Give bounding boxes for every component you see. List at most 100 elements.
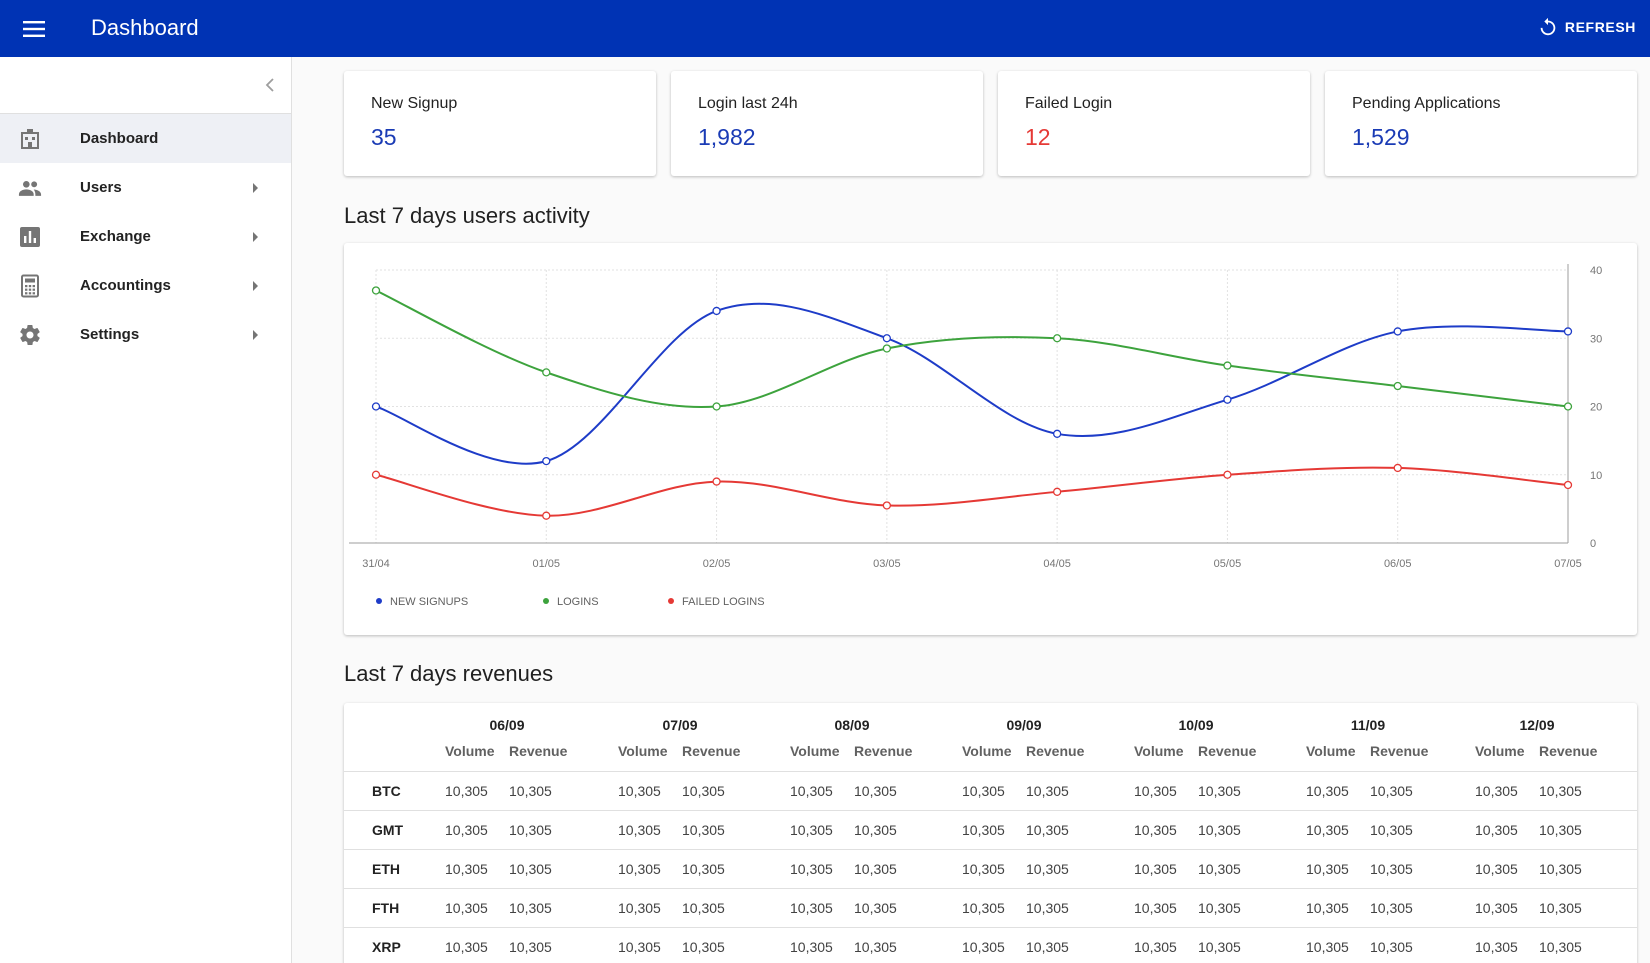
table-row: GMT 10,305 10,305 10,305 10,305 10,305 10,305 1… — [344, 811, 1637, 850]
revenue-cell: 10,305 — [1198, 900, 1241, 916]
revenue-cell: 10,305 — [1026, 861, 1069, 877]
volume-cell: 10,305 — [790, 900, 833, 916]
legend-marker-new-signups — [376, 598, 382, 604]
revenues-table: 06/09 Volume Revenue 07/09 Volume Revenue 08/0… — [344, 703, 1637, 963]
stat-label: Pending Applications — [1352, 95, 1501, 112]
y-tick-label: 10 — [1590, 470, 1602, 482]
volume-cell: 10,305 — [790, 783, 833, 799]
sidebar-item-label: Users — [80, 179, 122, 196]
x-tick-label: 07/05 — [1554, 558, 1582, 570]
revenue-cell: 10,305 — [1370, 900, 1413, 916]
dashboard-icon — [18, 127, 42, 151]
activity-section-title: Last 7 days users activity — [344, 203, 590, 228]
revenue-cell: 10,305 — [854, 939, 897, 955]
collapse-sidebar-button[interactable] — [258, 73, 282, 97]
data-point-logins — [542, 368, 551, 377]
calculator-icon — [18, 274, 42, 298]
volume-subheader: Volume — [445, 743, 495, 759]
series-line-new-signups — [375, 302, 1569, 465]
sidebar-item-exchange[interactable]: Exchange — [0, 212, 291, 261]
column-date-header: 12/09 — [1519, 717, 1555, 733]
volume-cell: 10,305 — [445, 783, 488, 799]
revenue-cell: 10,305 — [1370, 822, 1413, 838]
volume-cell: 10,305 — [1134, 900, 1177, 916]
sidebar-item-accountings[interactable]: Accountings — [0, 261, 291, 310]
sidebar-item-label: Settings — [80, 326, 140, 343]
data-point-failed-logins — [371, 470, 381, 479]
volume-subheader: Volume — [1475, 743, 1525, 759]
volume-cell: 10,305 — [1134, 822, 1177, 838]
volume-cell: 10,305 — [1134, 861, 1177, 877]
refresh-label: REFRESH — [1564, 19, 1636, 35]
column-date-header: 08/09 — [834, 717, 870, 733]
revenue-subheader: Revenue — [1198, 743, 1257, 759]
y-tick-label: 20 — [1590, 402, 1602, 414]
column-date-header: 09/09 — [1006, 717, 1042, 733]
revenue-cell: 10,305 — [1370, 861, 1413, 877]
volume-cell: 10,305 — [962, 939, 1005, 955]
data-point-new-signups — [1223, 395, 1232, 404]
volume-cell: 10,305 — [618, 783, 661, 799]
coin-label: BTC — [372, 783, 401, 799]
revenues-section-title: Last 7 days revenues — [344, 661, 554, 686]
sidebar-item-users[interactable]: Users — [0, 163, 291, 212]
revenue-cell: 10,305 — [1539, 861, 1582, 877]
sidebar-item-settings[interactable]: Settings — [0, 310, 291, 359]
refresh-button[interactable]: REFRESH — [1537, 16, 1636, 38]
app-title: Dashboard — [91, 15, 199, 40]
volume-cell: 10,305 — [618, 939, 661, 955]
volume-cell: 10,305 — [1306, 861, 1349, 877]
column-date-header: 06/09 — [489, 717, 525, 733]
revenue-cell: 10,305 — [509, 861, 552, 877]
revenue-cell: 10,305 — [1026, 783, 1069, 799]
data-point-failed-logins — [1563, 480, 1573, 490]
revenue-cell: 10,305 — [1198, 939, 1241, 955]
volume-cell: 10,305 — [1306, 939, 1349, 955]
stat-label: Failed Login — [1025, 95, 1113, 112]
app-bar: Dashboard REFRESH — [0, 0, 1650, 57]
x-tick-label: 01/05 — [533, 558, 561, 570]
volume-cell: 10,305 — [1475, 939, 1518, 955]
revenue-subheader: Revenue — [1370, 743, 1429, 759]
sidebar-item-label: Dashboard — [80, 130, 159, 147]
legend-label-new-signups: NEW SIGNUPS — [390, 596, 468, 608]
expand-arrow-icon — [253, 183, 258, 193]
revenue-cell: 10,305 — [854, 861, 897, 877]
sidebar: Dashboard Users Exchange Accountings Set… — [0, 57, 292, 963]
data-point-failed-logins — [1393, 463, 1402, 473]
revenue-cell: 10,305 — [1539, 900, 1582, 916]
revenue-cell: 10,305 — [682, 783, 725, 799]
volume-subheader: Volume — [1134, 743, 1184, 759]
coin-label: FTH — [372, 900, 400, 916]
stat-card-failed-login: Failed Login 12 — [998, 71, 1310, 176]
stat-value: 1,982 — [698, 124, 756, 150]
activity-line-chart: 0 10 20 30 40 31/04 01/05 02/05 03/05 04/05 05/05 0… — [349, 264, 1602, 608]
sidebar-item-label: Accountings — [80, 277, 171, 294]
volume-subheader: Volume — [790, 743, 840, 759]
stat-value: 1,529 — [1352, 124, 1410, 150]
menu-button[interactable] — [16, 13, 52, 45]
volume-cell: 10,305 — [1134, 939, 1177, 955]
table-row: ETH 10,305 10,305 10,305 10,305 10,305 10,305 1… — [344, 850, 1637, 889]
legend-marker-logins — [543, 598, 549, 604]
x-tick-label: 06/05 — [1384, 558, 1412, 570]
volume-cell: 10,305 — [790, 861, 833, 877]
expand-arrow-icon — [253, 330, 258, 340]
stat-label: Login last 24h — [698, 95, 798, 112]
data-point-failed-logins — [542, 511, 551, 520]
x-tick-label: 02/05 — [703, 558, 731, 570]
revenue-cell: 10,305 — [682, 900, 725, 916]
expand-arrow-icon — [253, 232, 258, 242]
revenue-cell: 10,305 — [854, 900, 897, 916]
legend-label-failed-logins: FAILED LOGINS — [682, 596, 765, 608]
data-point-logins — [371, 286, 381, 295]
activity-chart-card: 0 10 20 30 40 31/04 01/05 02/05 03/05 04/05 05/05 0… — [344, 243, 1637, 635]
gear-icon — [18, 323, 42, 347]
revenue-subheader: Revenue — [509, 743, 568, 759]
volume-cell: 10,305 — [1475, 783, 1518, 799]
data-point-logins — [1052, 334, 1062, 343]
data-point-new-signups — [1052, 429, 1062, 438]
sidebar-item-dashboard[interactable]: Dashboard — [0, 114, 291, 163]
legend-marker-failed-logins — [668, 598, 674, 604]
data-point-new-signups — [712, 306, 721, 316]
